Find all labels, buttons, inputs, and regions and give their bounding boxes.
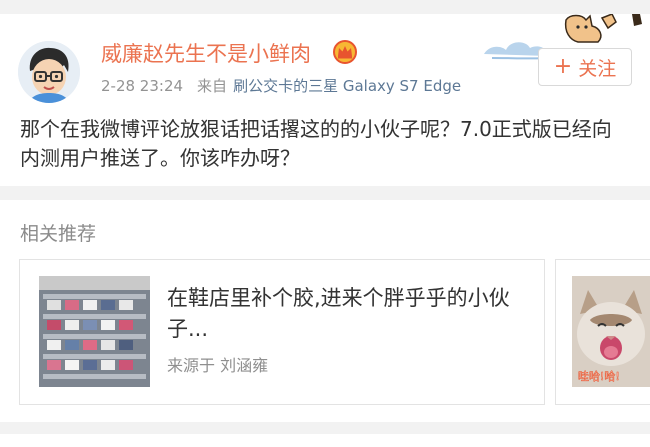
section-title: 相关推荐: [20, 223, 97, 245]
from-label: 来自: [197, 77, 228, 95]
post-text: 那个在我微博评论放狠话把话撂这的的小伙子呢？7.0正式版已经向内测用户推送了。你…: [20, 117, 612, 170]
author-name[interactable]: 威廉赵先生不是小鲜肉: [101, 38, 311, 68]
laughing-cat-image-icon: 哇哈!哈!: [572, 276, 650, 387]
laughing-cat-thumbnail: 哇哈!哈!: [572, 276, 650, 387]
next-item-edge: [0, 434, 650, 447]
post-card: 威廉赵先生不是小鲜肉 2-28 23:24 来自 刷公交卡的三星 Galaxy S7…: [0, 14, 650, 186]
recommend-source: 来源于 刘涵雍: [167, 356, 269, 375]
shoe-rack-image-icon: [39, 276, 150, 387]
post-timestamp: 2-28 23:24: [101, 77, 184, 95]
crown-vip-icon[interactable]: [332, 40, 358, 64]
post-meta: 2-28 23:24 来自 刷公交卡的三星 Galaxy S7 Edge: [101, 75, 461, 96]
follow-button[interactable]: + 关注: [538, 48, 632, 86]
shoe-store-thumbnail: [39, 276, 150, 387]
device-source-link[interactable]: 刷公交卡的三星 Galaxy S7 Edge: [233, 77, 461, 95]
avatar[interactable]: [18, 41, 80, 103]
cartoon-boy-avatar-icon: [18, 41, 80, 103]
follow-label: 关注: [578, 57, 617, 80]
svg-text:哇哈!哈!: 哇哈!哈!: [578, 370, 620, 383]
recommend-section: 相关推荐 在鞋店里补个胶,进来个胖乎乎的小伙子... 来源于 刘涵雍 哇哈!哈!: [0, 200, 650, 422]
recommend-card[interactable]: 在鞋店里补个胶,进来个胖乎乎的小伙子... 来源于 刘涵雍: [19, 259, 545, 405]
recommend-card-partial[interactable]: 哇哈!哈!: [555, 259, 650, 405]
recommend-title: 在鞋店里补个胶,进来个胖乎乎的小伙子...: [167, 286, 510, 341]
plus-icon: +: [553, 54, 573, 79]
